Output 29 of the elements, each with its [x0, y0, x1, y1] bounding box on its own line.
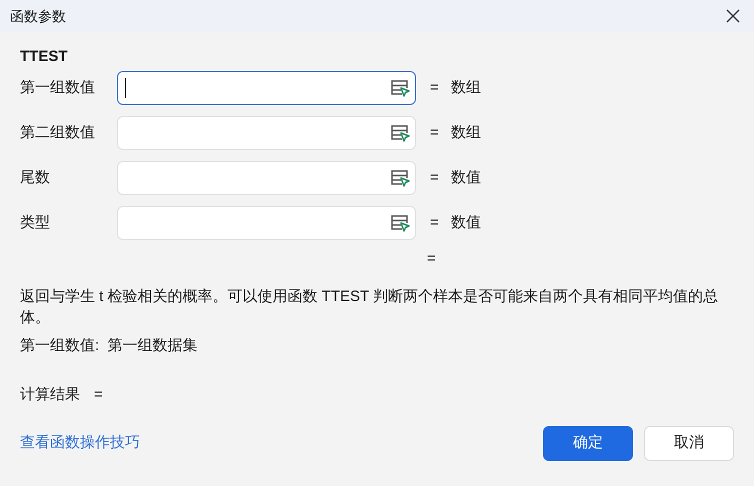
argument-label: 第一组数值	[20, 78, 96, 98]
result-label: 计算结果	[20, 384, 80, 404]
equals-sign: =	[430, 168, 439, 188]
function-description: 返回与学生 t 检验相关的概率。可以使用函数 TTEST 判断两个样本是否可能来自两个具有相同平均值的总体。	[20, 287, 720, 328]
argument-result: 数组	[450, 78, 481, 98]
range-select-icon[interactable]	[390, 214, 410, 232]
argument-label: 尾数	[20, 168, 51, 188]
argument-result: 数值	[450, 168, 481, 188]
ok-button[interactable]: 确定	[543, 426, 633, 461]
close-icon[interactable]	[726, 9, 740, 23]
argument-label: 第二组数值	[20, 122, 96, 143]
argument-field[interactable]	[117, 71, 416, 105]
window-title: 函数参数	[10, 6, 66, 26]
text-cursor	[125, 78, 126, 98]
argument-help: 第一组数值: 第一组数据集	[20, 336, 199, 356]
range-select-icon[interactable]	[390, 124, 410, 142]
argument-label: 类型	[20, 212, 51, 233]
argument-result: 数组	[450, 122, 481, 143]
equals-sign: =	[430, 122, 439, 143]
range-select-icon[interactable]	[390, 169, 410, 187]
range-select-icon[interactable]	[390, 79, 410, 97]
argument-result: 数值	[450, 212, 481, 233]
equals-sign: =	[427, 248, 436, 269]
function-name: TTEST	[20, 47, 68, 67]
equals-sign: =	[94, 384, 103, 404]
equals-sign: =	[430, 212, 439, 233]
help-link[interactable]: 查看函数操作技巧	[20, 432, 140, 455]
cancel-button[interactable]: 取消	[644, 426, 734, 461]
equals-sign: =	[430, 78, 439, 98]
